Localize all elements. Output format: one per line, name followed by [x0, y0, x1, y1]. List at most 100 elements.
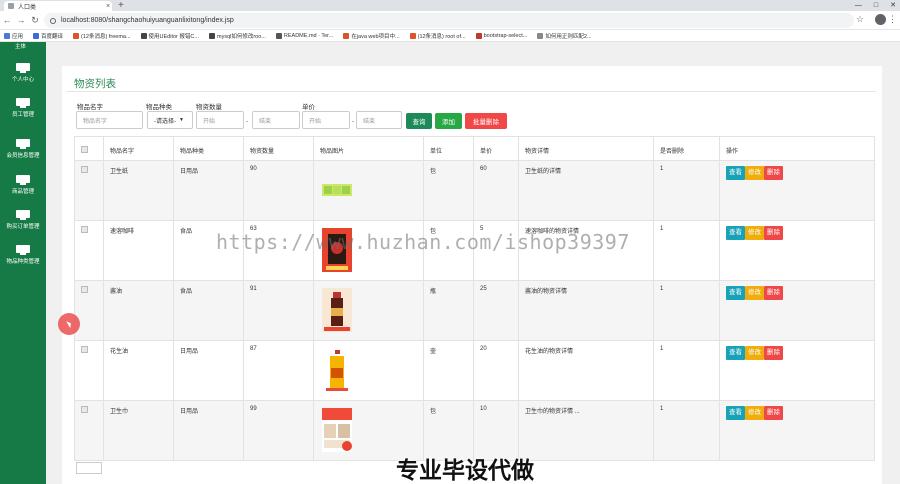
close-window-icon[interactable]: ✕	[890, 0, 896, 11]
price-start-input[interactable]: 开始	[302, 111, 350, 129]
cell-image	[313, 280, 424, 341]
chevron-down-icon: ▼	[179, 117, 184, 123]
qty-start-input[interactable]: 开始	[196, 111, 244, 129]
edit-button[interactable]: 修改	[745, 166, 764, 180]
bookmark-item[interactable]: (12条消息) root of...	[409, 32, 466, 40]
cell-actions: 查看 修改 删除	[719, 340, 875, 401]
product-image	[320, 166, 354, 214]
cell-type: 日用品	[173, 400, 244, 461]
bookmark-item[interactable]: 在java web项目中...	[343, 32, 400, 40]
bookmark-label: bootstrap-select...	[483, 32, 528, 39]
bookmark-favicon-icon	[475, 32, 482, 39]
cell-deleted: 1	[653, 340, 720, 401]
bookmark-label: 在java web项目中...	[351, 33, 400, 40]
row-select-cell	[74, 160, 104, 221]
site-info-icon[interactable]	[50, 17, 56, 24]
browser-tab[interactable]: 人口类 ×	[4, 1, 112, 11]
tab-close-button[interactable]: ×	[104, 3, 112, 10]
account-icon[interactable]	[875, 14, 886, 25]
row-checkbox[interactable]	[81, 166, 88, 173]
monitor-icon	[16, 63, 30, 73]
minimize-icon[interactable]: —	[855, 0, 862, 11]
table-row: 花生油 日用品 87 壶 20 花生油的物资详情 1 查看 修改 删除	[74, 340, 875, 401]
sidebar-item-personal-center[interactable]: 个人中心	[0, 63, 46, 83]
row-checkbox[interactable]	[81, 226, 88, 233]
view-button[interactable]: 查看	[726, 226, 745, 240]
bookmark-star-icon[interactable]: ☆	[856, 14, 864, 25]
row-checkbox[interactable]	[81, 286, 88, 293]
bookmark-item[interactable]: bootstrap-select...	[475, 32, 528, 39]
sidebar-item-label: 员工管理	[11, 112, 34, 118]
cell-type: 日用品	[173, 160, 244, 221]
column-header: 物品名字	[103, 136, 174, 161]
forward-arrow-icon[interactable]: →	[14, 15, 28, 25]
type-filter-label: 物品种类	[146, 104, 172, 111]
bookmark-item[interactable]: README.md · Ter...	[275, 32, 334, 39]
cell-type: 食品	[173, 280, 244, 341]
bookmark-label: README.md · Ter...	[283, 32, 334, 39]
bookmark-item[interactable]: (12条消息) freema...	[73, 32, 131, 40]
sidebar-item-orders[interactable]: 购买订单管理	[0, 210, 46, 230]
sidebar-item-staff[interactable]: 员工管理	[0, 98, 46, 118]
cell-unit: 包	[423, 160, 474, 221]
url-input[interactable]: localhost:8080/shangchaohuiyuanguanlixit…	[44, 13, 854, 28]
sidebar-item-label: 个人中心	[11, 77, 34, 83]
bookmark-label: (12条消息) root of...	[417, 33, 466, 40]
delete-button[interactable]: 删除	[764, 406, 783, 420]
sidebar-item-goods[interactable]: 商品管理	[0, 175, 46, 195]
batch-delete-button[interactable]: 批量删除	[465, 113, 507, 129]
edit-button[interactable]: 修改	[745, 286, 764, 300]
column-header: 物资数量	[243, 136, 314, 161]
column-header: 单位	[423, 136, 474, 161]
new-tab-button[interactable]: +	[118, 0, 124, 11]
edit-button[interactable]: 修改	[745, 226, 764, 240]
row-checkbox[interactable]	[81, 406, 88, 413]
bookmark-item[interactable]: 使用UEditor 报错C...	[140, 32, 199, 40]
column-header: 单价	[473, 136, 519, 161]
cell-deleted: 1	[653, 280, 720, 341]
price-filter-label: 单价	[302, 104, 315, 111]
type-filter-select[interactable]: -请选择- ▼	[147, 111, 193, 129]
maximize-icon[interactable]: □	[874, 0, 878, 11]
cell-deleted: 1	[653, 400, 720, 461]
row-checkbox[interactable]	[81, 346, 88, 353]
delete-button[interactable]: 删除	[764, 226, 783, 240]
bookmark-item[interactable]: mysql如何修改roo...	[208, 32, 266, 40]
reload-icon[interactable]: ↻	[28, 15, 42, 26]
query-button[interactable]: 查询	[406, 113, 432, 129]
view-button[interactable]: 查看	[726, 406, 745, 420]
delete-button[interactable]: 删除	[764, 166, 783, 180]
edit-button[interactable]: 修改	[745, 346, 764, 360]
sidebar-top-label: 主体	[15, 44, 27, 50]
browser-menu-icon[interactable]: ⋮	[888, 14, 897, 25]
cell-name: 花生油	[103, 340, 174, 401]
bookmark-item[interactable]: 应用	[4, 32, 23, 40]
name-filter-input[interactable]: 物品名字	[76, 111, 143, 129]
monitor-icon	[16, 245, 30, 255]
monitor-icon	[16, 210, 30, 220]
delete-button[interactable]: 删除	[764, 286, 783, 300]
sidebar-item-members[interactable]: 会员信息管理	[0, 139, 46, 159]
sidebar-item-label: 物品种类管理	[6, 259, 40, 265]
product-image	[320, 286, 354, 334]
select-all-checkbox[interactable]	[81, 146, 88, 153]
view-button[interactable]: 查看	[726, 346, 745, 360]
add-button[interactable]: 添加	[435, 113, 462, 129]
sidebar-item-categories[interactable]: 物品种类管理	[0, 245, 46, 265]
cell-actions: 查看 修改 删除	[719, 160, 875, 221]
view-button[interactable]: 查看	[726, 286, 745, 300]
cell-price: 25	[473, 280, 519, 341]
qty-end-input[interactable]: 结束	[252, 111, 300, 129]
bookmark-item[interactable]: 百度翻译	[33, 32, 63, 40]
price-end-input[interactable]: 结束	[356, 111, 402, 129]
row-select-cell	[74, 220, 104, 281]
page-size-select[interactable]	[76, 462, 102, 474]
window-controls: — □ ✕	[855, 0, 896, 11]
back-arrow-icon[interactable]: ←	[0, 15, 14, 25]
column-header: 是否删除	[653, 136, 720, 161]
view-button[interactable]: 查看	[726, 166, 745, 180]
table-row: 卫生纸 日用品 90 包 60 卫生纸的详情 1 查看 修改 删除	[74, 160, 875, 221]
bookmark-item[interactable]: 如何用正则匹配2...	[537, 32, 591, 40]
delete-button[interactable]: 删除	[764, 346, 783, 360]
edit-button[interactable]: 修改	[745, 406, 764, 420]
